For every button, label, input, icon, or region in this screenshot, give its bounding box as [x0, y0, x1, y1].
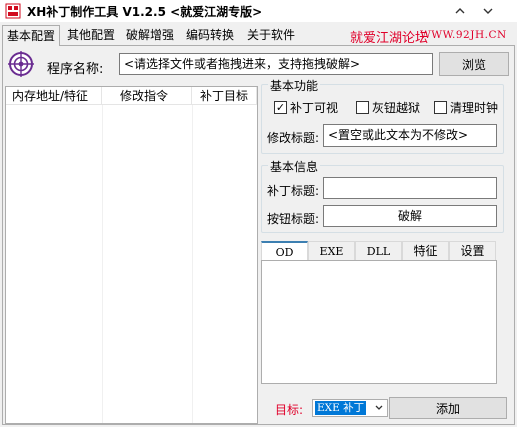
chevron-down-icon: [483, 8, 493, 14]
column-address[interactable]: 内存地址/特征: [6, 87, 102, 105]
forum-url[interactable]: WWW.92JH.CN: [420, 29, 507, 41]
target-label: 目标:: [275, 403, 304, 417]
basic-info-group: 基本信息 补丁标题: 按钮标题: 破解: [261, 158, 504, 233]
patch-title-field[interactable]: [323, 177, 497, 199]
main-window: XH补丁制作工具 V1.2.5 <就爱江湖专版> 基本配置 其他配置 破解增强 …: [0, 0, 517, 427]
target-select[interactable]: EXE 补丁: [312, 399, 388, 417]
collapse-button[interactable]: [448, 2, 472, 20]
program-name-label: 程序名称:: [47, 62, 104, 77]
tab-crack-enhance[interactable]: 破解增强: [122, 25, 178, 46]
basic-features-title: 基本功能: [268, 77, 321, 94]
modify-title-label: 修改标题:: [267, 131, 320, 145]
patch-list-header: 内存地址/特征 修改指令 补丁目标: [6, 87, 257, 105]
patch-title-label: 补丁标题:: [267, 184, 320, 198]
checkbox-clear-clock[interactable]: 清理时钟: [434, 99, 498, 116]
tab-basic-config[interactable]: 基本配置: [2, 25, 61, 46]
tab-dll[interactable]: DLL: [355, 241, 402, 261]
chevron-up-icon: [455, 8, 465, 14]
column-divider: [192, 105, 193, 423]
title-bar: XH补丁制作工具 V1.2.5 <就爱江湖专版>: [0, 0, 517, 22]
mode-tab-bar: OD EXE DLL 特征 设置: [261, 241, 497, 261]
expand-button[interactable]: [476, 2, 500, 20]
checkbox-label: 清理时钟: [450, 101, 499, 115]
program-path-field[interactable]: <请选择文件或者拖拽进来，支持拖拽破解>: [119, 53, 433, 75]
target-select-value: EXE 补丁: [315, 401, 367, 415]
basic-info-title: 基本信息: [268, 158, 321, 175]
column-instruction[interactable]: 修改指令: [102, 87, 192, 105]
add-button[interactable]: 添加: [389, 397, 507, 419]
tab-settings[interactable]: 设置: [449, 241, 496, 261]
tab-od[interactable]: OD: [261, 241, 308, 261]
basic-features-group: 基本功能 ✓ 补丁可视 灰钮越狱 清理时钟 修改标题: <置空或此文本为不修改>: [261, 77, 504, 154]
button-title-label: 按钮标题:: [267, 212, 320, 226]
checkbox-box: [434, 101, 447, 114]
checkmark-icon: ✓: [274, 101, 287, 114]
crosshair-target-icon[interactable]: [7, 50, 35, 78]
browse-button[interactable]: 浏览: [439, 52, 509, 76]
checkbox-gray-button-jailbreak[interactable]: 灰钮越狱: [356, 99, 420, 116]
app-logo: [5, 3, 21, 19]
modify-title-field[interactable]: <置空或此文本为不修改>: [323, 124, 497, 147]
button-title-field[interactable]: 破解: [323, 205, 497, 227]
column-target[interactable]: 补丁目标: [192, 87, 257, 105]
checkbox-box: [356, 101, 369, 114]
checkbox-label: 补丁可视: [290, 101, 339, 115]
config-panel: 程序名称: <请选择文件或者拖拽进来，支持拖拽破解> 浏览 内存地址/特征 修改…: [2, 45, 515, 425]
checkbox-patch-visible[interactable]: ✓ 补丁可视: [274, 99, 338, 116]
chevron-down-icon: [373, 402, 385, 414]
tab-exe[interactable]: EXE: [308, 241, 355, 261]
tab-feature[interactable]: 特征: [402, 241, 449, 261]
tab-encoding-convert[interactable]: 编码转换: [182, 25, 238, 46]
window-title: XH补丁制作工具 V1.2.5 <就爱江湖专版>: [27, 5, 263, 19]
od-script-area[interactable]: [261, 260, 497, 384]
column-divider: [102, 105, 103, 423]
tab-about[interactable]: 关于软件: [243, 25, 299, 46]
tab-other-config[interactable]: 其他配置: [63, 25, 119, 46]
patch-list[interactable]: 内存地址/特征 修改指令 补丁目标: [5, 86, 258, 424]
checkbox-label: 灰钮越狱: [372, 101, 421, 115]
forum-name[interactable]: 就爱江湖论坛: [350, 27, 428, 46]
